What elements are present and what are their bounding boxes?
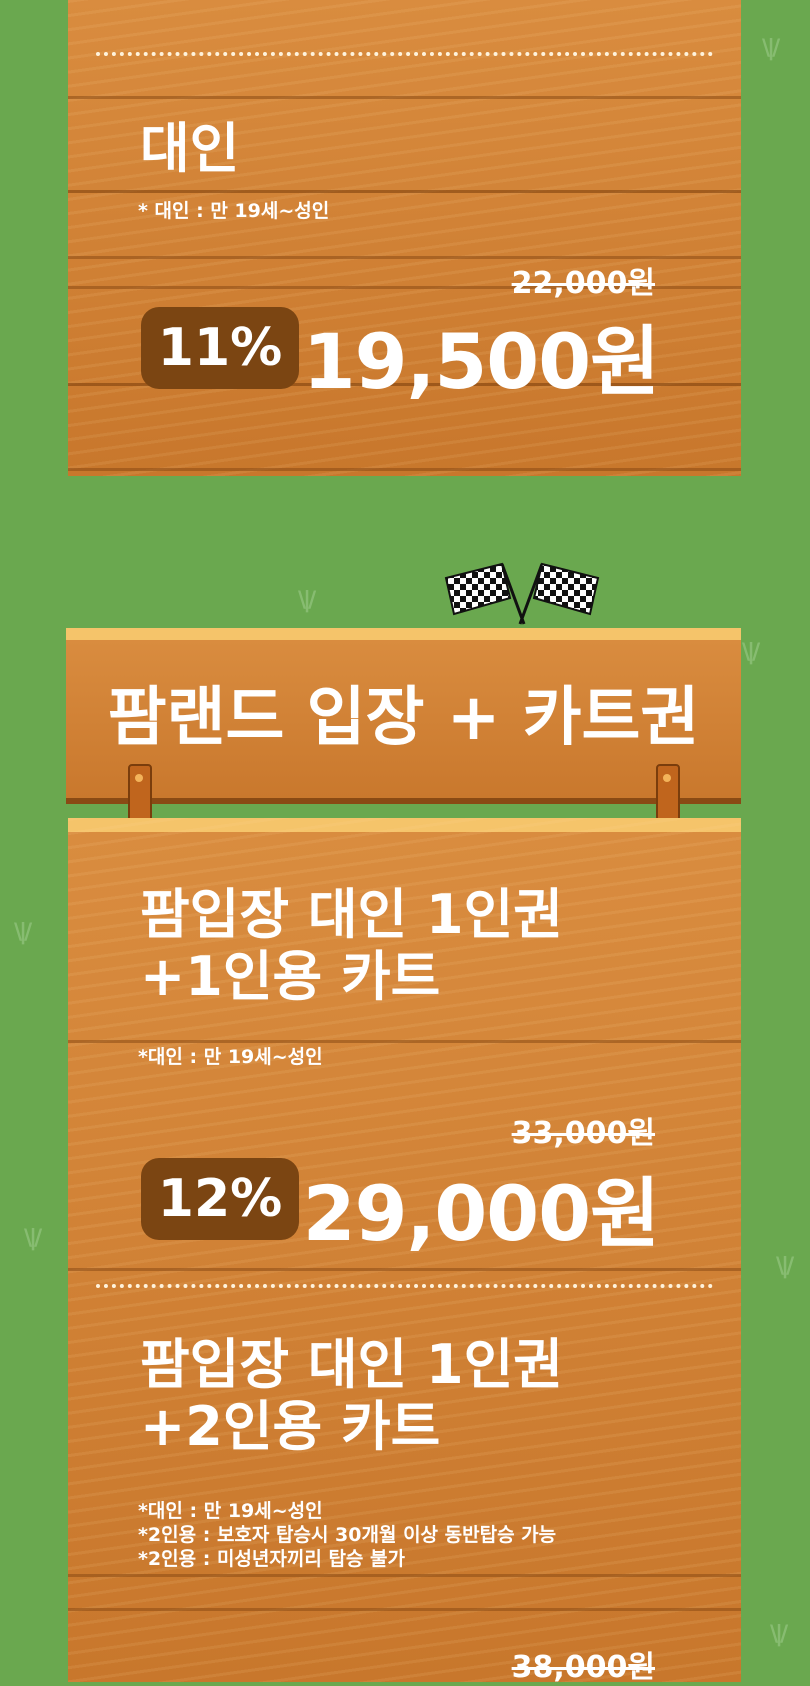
original-price: 38,000원 <box>511 1650 655 1685</box>
plank-seam <box>68 96 741 99</box>
plank-seam <box>68 1040 741 1043</box>
original-price: 22,000원 <box>511 266 655 301</box>
sale-price: 19,500원 <box>302 317 660 406</box>
plank-seam <box>68 1608 741 1611</box>
top-price-board: 대인 * 대인 : 만 19세~성인 22,000원 11% 19,500원 <box>68 0 741 476</box>
grass-decoration: \|/ <box>770 1622 788 1647</box>
ticket-title: 팜입장 대인 1인권 +1인용 카트 <box>140 883 563 1009</box>
kart-price-board: 팜입장 대인 1인권 +1인용 카트 *대인 : 만 19세~성인 33,000… <box>68 818 741 1685</box>
discount-badge: 12% <box>141 1158 299 1240</box>
grass-decoration: \|/ <box>14 920 32 945</box>
ticket-note: *대인 : 만 19세~성인 <box>138 1046 323 1068</box>
section-header-sign: 팜랜드 입장 + 카트권 <box>66 628 741 804</box>
discount-badge: 11% <box>141 307 299 389</box>
dotted-divider <box>96 1284 713 1288</box>
ticket-note: *2인용 : 미성년자끼리 탑승 불가 <box>138 1547 405 1570</box>
grass-decoration: \|/ <box>298 588 316 613</box>
grass-decoration: \|/ <box>776 1254 794 1279</box>
grass-decoration: \|/ <box>24 1226 42 1251</box>
ticket-notes: *대인 : 만 19세~성인 *2인용 : 보호자 탑승시 30개월 이상 동반… <box>138 1500 556 1571</box>
ticket-title: 팜입장 대인 1인권 +2인용 카트 <box>140 1333 563 1459</box>
ticket-note: * 대인 : 만 19세~성인 <box>138 200 330 222</box>
ticket-title-line2: +1인용 카트 <box>140 945 441 1009</box>
plank-seam <box>68 468 741 471</box>
plank-seam <box>68 1574 741 1577</box>
ticket-title-line1: 팜입장 대인 1인권 <box>140 883 563 946</box>
ticket-title-line1: 팜입장 대인 1인권 <box>140 1333 563 1396</box>
dotted-divider <box>96 52 713 56</box>
checkered-flags-icon <box>444 562 600 625</box>
grass-decoration: \|/ <box>762 36 780 61</box>
ticket-title: 대인 <box>140 117 240 180</box>
original-price: 33,000원 <box>511 1116 655 1151</box>
sale-price: 29,000원 <box>302 1169 660 1258</box>
ticket-note: *대인 : 만 19세~성인 <box>138 1500 323 1522</box>
ticket-title-line2: +2인용 카트 <box>140 1395 441 1459</box>
section-title: 팜랜드 입장 + 카트권 <box>107 681 700 755</box>
plank-seam <box>68 1268 741 1271</box>
grass-decoration: \|/ <box>742 640 760 665</box>
ticket-note: *2인용 : 보호자 탑승시 30개월 이상 동반탑승 가능 <box>138 1523 557 1546</box>
